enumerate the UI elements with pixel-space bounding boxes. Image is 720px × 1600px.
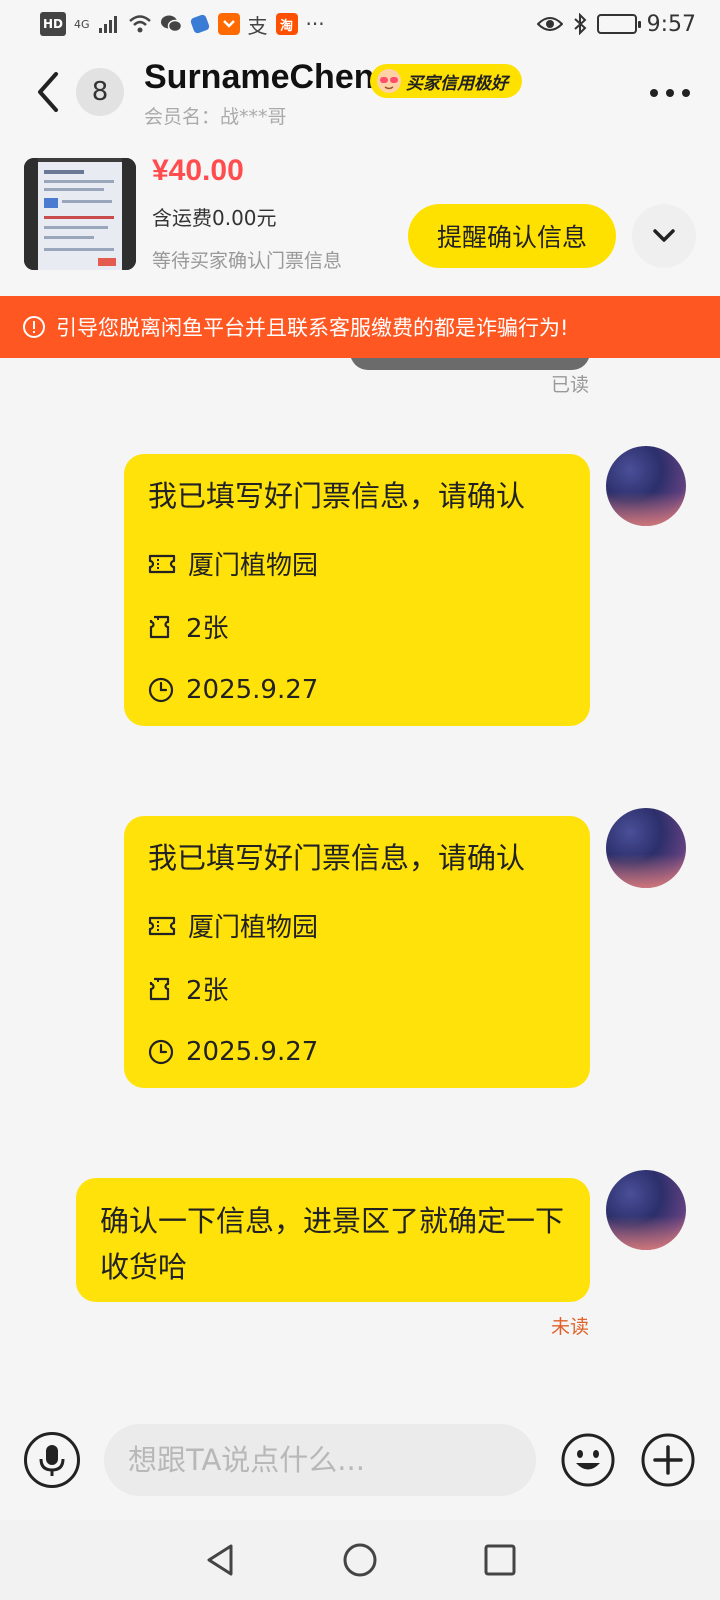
previous-image-message[interactable] bbox=[350, 358, 590, 370]
ticket-info-card[interactable]: 我已填写好门票信息，请确认 厦门植物园 2张 2025.9.27 bbox=[124, 816, 590, 1088]
hd-icon: HD bbox=[40, 12, 67, 36]
status-left: HD 4G 支 淘 ··· bbox=[40, 12, 325, 38]
browser-app-icon bbox=[190, 12, 210, 36]
card-quantity: 2张 bbox=[186, 614, 229, 644]
more-notifications-icon: ··· bbox=[305, 12, 325, 36]
card-quantity-row: 2张 bbox=[148, 957, 566, 1020]
unread-count-badge[interactable]: 8 bbox=[76, 68, 124, 116]
card-quantity: 2张 bbox=[186, 976, 229, 1006]
alert-circle-icon bbox=[23, 316, 45, 338]
tickets-stack-icon bbox=[149, 615, 170, 638]
more-actions-button[interactable] bbox=[640, 1432, 696, 1488]
chevron-left-icon bbox=[38, 72, 58, 112]
fraud-warning-banner: 引导您脱离闲鱼平台并且联系客服缴费的都是诈骗行为! bbox=[0, 296, 720, 358]
smiley-icon bbox=[561, 1433, 615, 1487]
product-price: ¥40.00 bbox=[152, 154, 244, 187]
ticket-info-card[interactable]: 我已填写好门票信息，请确认 厦门植物园 2张 2025.9.27 bbox=[124, 454, 590, 726]
user-avatar[interactable] bbox=[606, 808, 686, 888]
more-horizontal-icon bbox=[650, 89, 690, 97]
card-venue: 厦门植物园 bbox=[188, 551, 319, 581]
signal-icon bbox=[98, 12, 120, 36]
card-title: 我已填写好门票信息，请确认 bbox=[148, 841, 526, 875]
user-name[interactable]: SurnameChen bbox=[144, 58, 375, 97]
expand-button[interactable] bbox=[632, 204, 696, 268]
chevron-down-icon bbox=[653, 229, 675, 242]
card-date-row: 2025.9.27 bbox=[148, 658, 566, 721]
chat-header: 8 SurnameChen 买家信用极好 会员名：战***哥 bbox=[0, 48, 720, 136]
nav-back-button[interactable] bbox=[200, 1540, 240, 1580]
wechat-icon bbox=[160, 12, 182, 36]
nav-home-button[interactable] bbox=[340, 1540, 380, 1580]
read-status: 已读 bbox=[551, 374, 590, 396]
chat-messages[interactable]: 已读 我已填写好门票信息，请确认 厦门植物园 2张 2025.9.27 我已填写… bbox=[0, 358, 720, 1408]
ticket-icon bbox=[148, 916, 176, 935]
card-date: 2025.9.27 bbox=[186, 1036, 319, 1067]
status-bar: HD 4G 支 淘 ··· 9:57 bbox=[0, 0, 720, 48]
bluetooth-icon bbox=[573, 12, 587, 36]
warning-text: 引导您脱离闲鱼平台并且联系客服缴费的都是诈骗行为! bbox=[56, 316, 569, 340]
message-input[interactable] bbox=[104, 1424, 536, 1496]
taobao-icon: 淘 bbox=[275, 13, 298, 35]
taobao-special-app-icon bbox=[217, 13, 240, 35]
back-button[interactable] bbox=[30, 70, 70, 114]
member-name: 会员名：战***哥 bbox=[144, 106, 287, 128]
card-venue: 厦门植物园 bbox=[188, 913, 319, 943]
tickets-stack-icon bbox=[149, 977, 170, 1000]
nav-recents-button[interactable] bbox=[480, 1540, 520, 1580]
sunglasses-face-icon bbox=[377, 69, 401, 93]
battery-icon bbox=[596, 14, 641, 34]
credit-badge[interactable]: 买家信用极好 bbox=[370, 64, 522, 98]
product-thumbnail[interactable] bbox=[24, 158, 136, 270]
screenshot-thumbnail-icon bbox=[24, 158, 136, 270]
card-quantity-row: 2张 bbox=[148, 595, 566, 658]
card-title: 我已填写好门票信息，请确认 bbox=[148, 479, 526, 513]
alipay-icon: 支 bbox=[247, 13, 268, 38]
remind-confirm-button[interactable]: 提醒确认信息 bbox=[408, 204, 616, 268]
network-type-label: 4G bbox=[74, 17, 90, 31]
input-bar bbox=[0, 1408, 720, 1520]
plus-circle-icon bbox=[641, 1433, 695, 1487]
voice-button[interactable] bbox=[24, 1432, 80, 1488]
shipping-fee: 含运费0.00元 bbox=[152, 206, 277, 230]
wifi-icon bbox=[128, 12, 152, 36]
product-card[interactable]: ¥40.00 含运费0.00元 等待买家确认门票信息 提醒确认信息 bbox=[0, 136, 720, 296]
status-time: 9:57 bbox=[646, 11, 696, 37]
eye-comfort-icon bbox=[536, 12, 563, 36]
user-avatar[interactable] bbox=[606, 446, 686, 526]
ticket-icon bbox=[148, 554, 176, 573]
card-date-row: 2025.9.27 bbox=[148, 1020, 566, 1083]
order-status: 等待买家确认门票信息 bbox=[152, 250, 343, 272]
credit-badge-label: 买家信用极好 bbox=[406, 73, 508, 94]
triangle-back-icon bbox=[207, 1544, 233, 1576]
status-right: 9:57 bbox=[536, 11, 696, 37]
more-options-button[interactable] bbox=[646, 78, 694, 108]
card-venue-row: 厦门植物园 bbox=[148, 532, 566, 595]
microphone-icon bbox=[39, 1445, 65, 1476]
text-message-bubble[interactable]: 确认一下信息，进景区了就确定一下收货哈 bbox=[76, 1178, 590, 1302]
card-date: 2025.9.27 bbox=[186, 674, 319, 705]
card-venue-row: 厦门植物园 bbox=[148, 894, 566, 957]
square-recents-icon bbox=[484, 1544, 516, 1576]
emoji-button[interactable] bbox=[560, 1432, 616, 1488]
clock-icon bbox=[148, 677, 174, 702]
user-avatar[interactable] bbox=[606, 1170, 686, 1250]
circle-home-icon bbox=[343, 1543, 377, 1577]
unread-status: 未读 bbox=[551, 1316, 590, 1338]
system-nav-bar bbox=[0, 1520, 720, 1600]
clock-icon bbox=[148, 1039, 174, 1064]
